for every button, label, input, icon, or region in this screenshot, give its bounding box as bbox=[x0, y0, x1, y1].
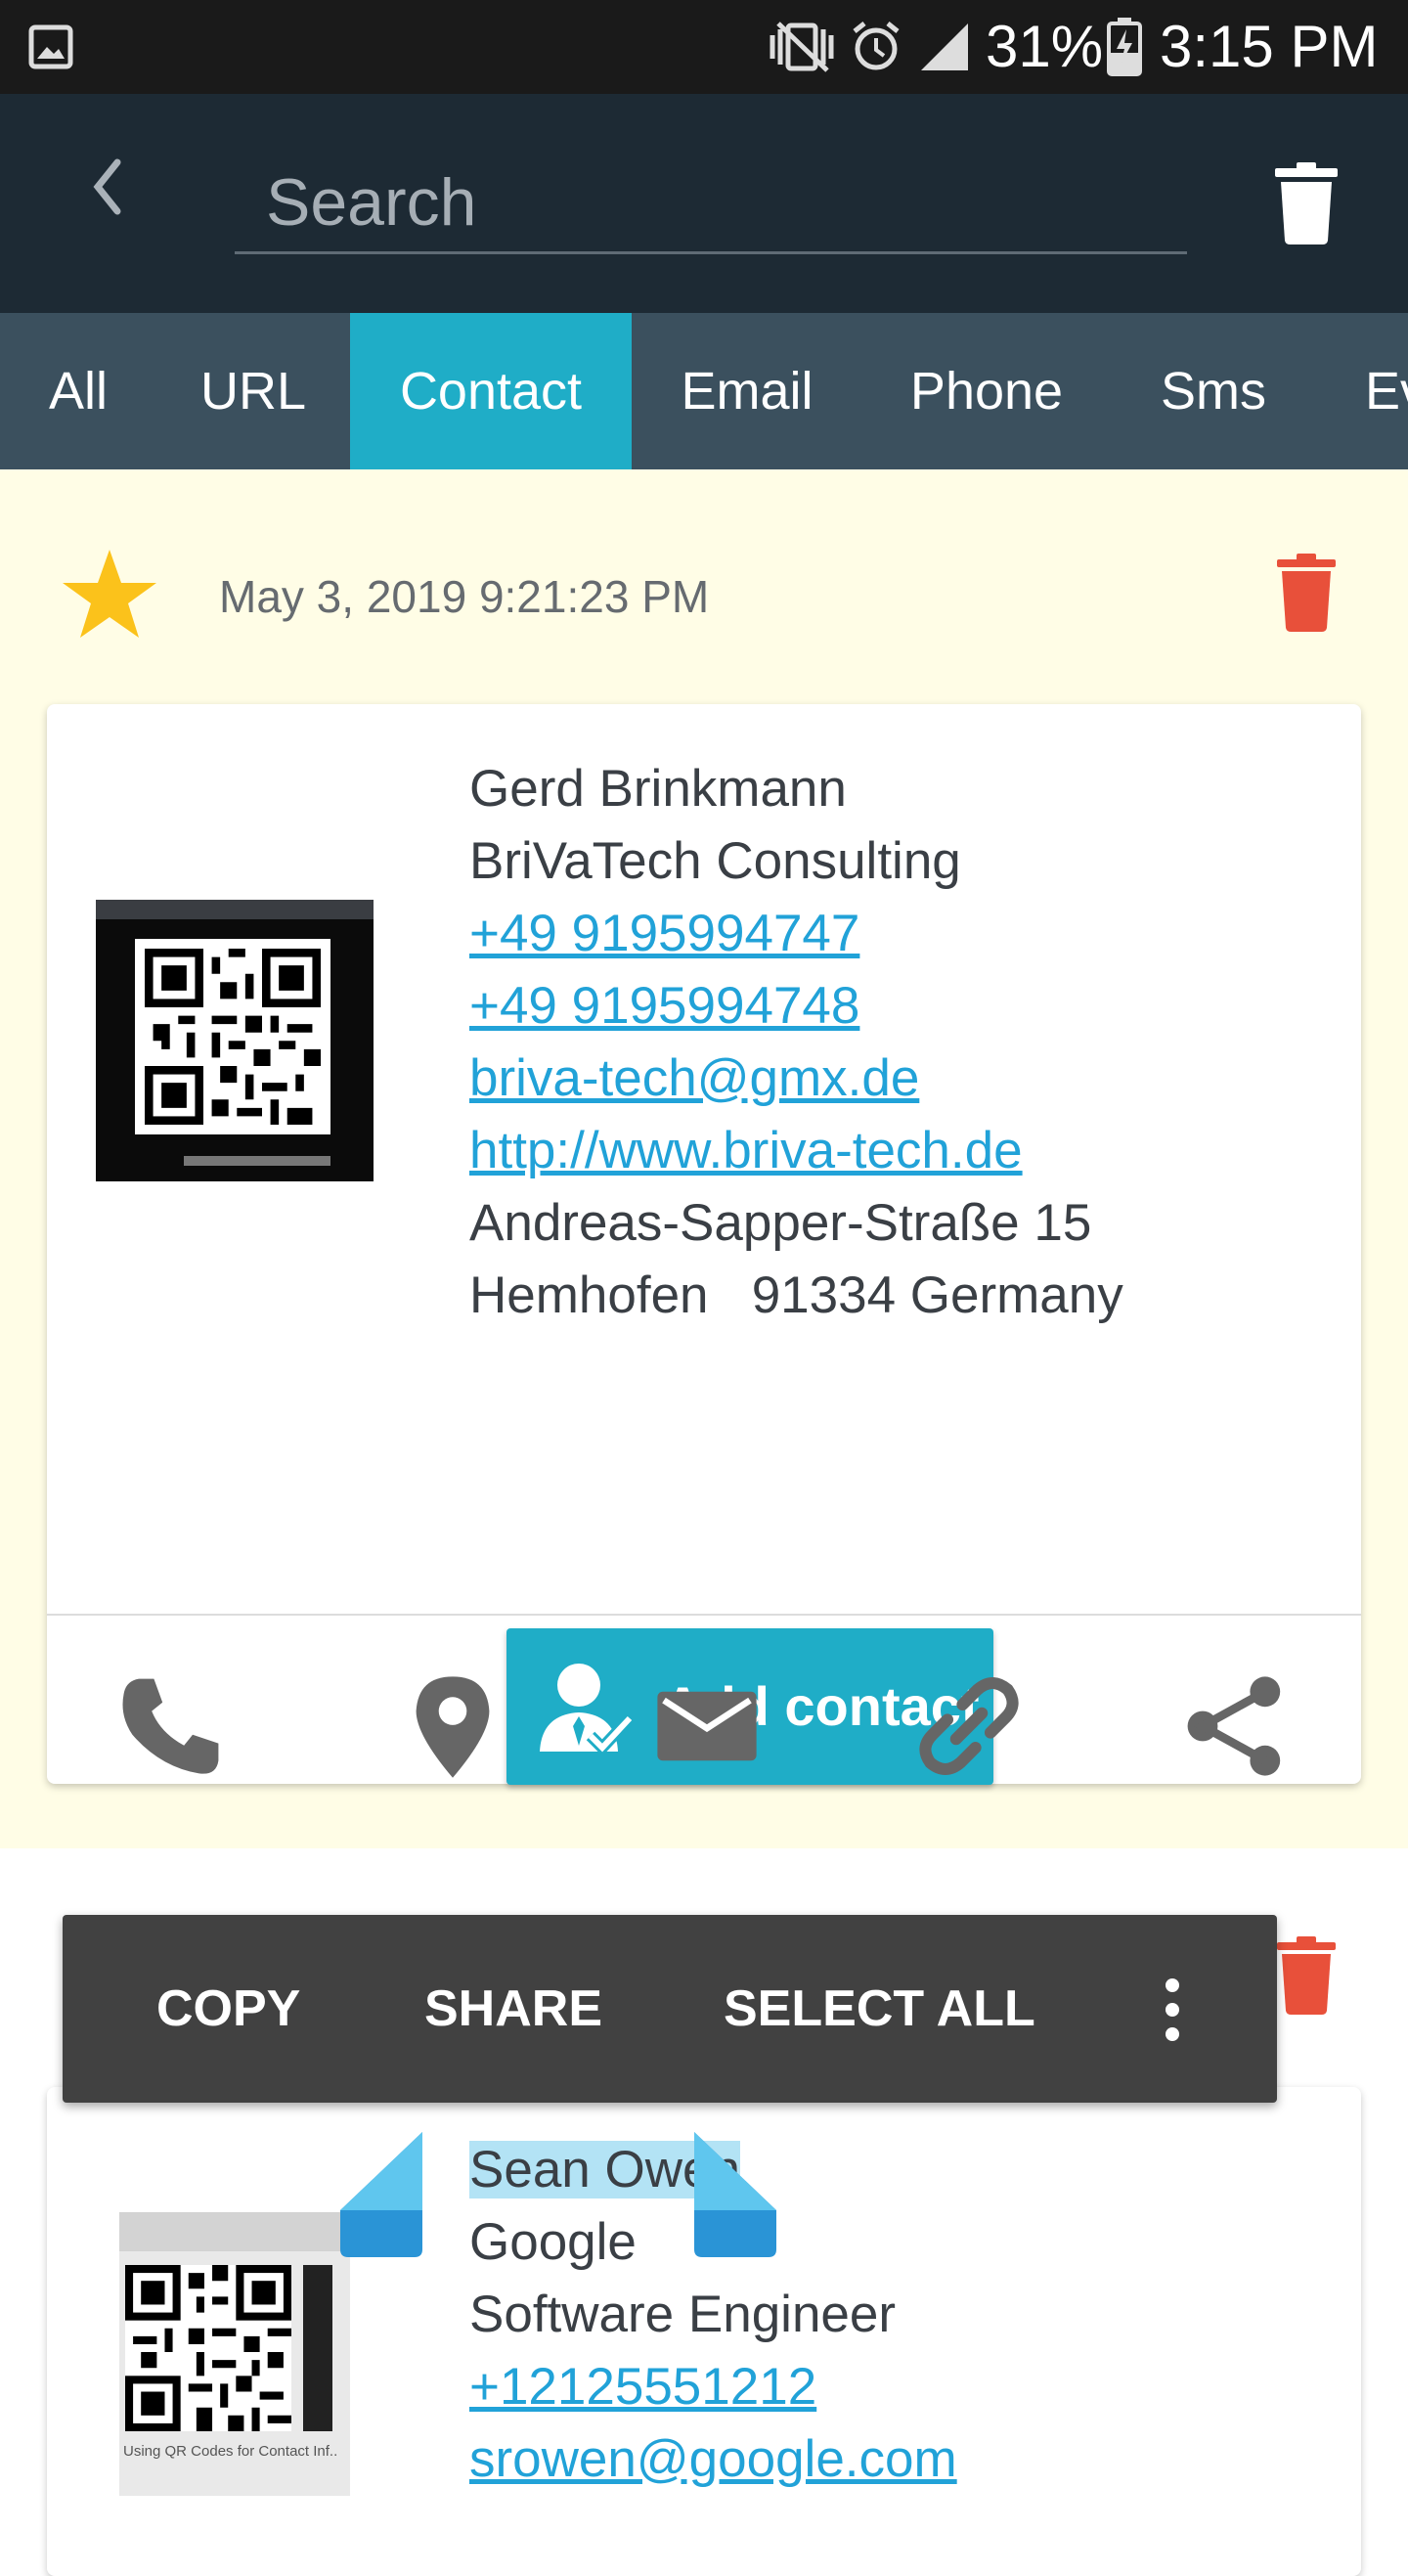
contact-name: Gerd Brinkmann bbox=[469, 760, 847, 818]
text-selection-toolbar: COPY SHARE SELECT ALL bbox=[63, 1915, 1277, 2103]
favorite-star-icon[interactable] bbox=[61, 548, 158, 642]
more-options-icon[interactable] bbox=[1158, 1977, 1187, 2042]
qr-caption: Using QR Codes for Contact Inf... bbox=[123, 2443, 338, 2460]
category-tabs: All URL Contact Email Phone Sms Ev bbox=[0, 313, 1408, 469]
contact-email-link[interactable]: srowen@google.com bbox=[469, 2423, 957, 2496]
contact-phone-link[interactable]: +49 9195994748 bbox=[469, 970, 859, 1043]
battery-percent: 31% bbox=[986, 14, 1104, 79]
tab-email[interactable]: Email bbox=[632, 313, 862, 469]
contact-street: Andreas-Sapper-Straße 15 bbox=[469, 1194, 1092, 1252]
tab-phone[interactable]: Phone bbox=[862, 313, 1111, 469]
contact-phone-link[interactable]: +12125551212 bbox=[469, 2351, 816, 2423]
contact-email-link[interactable]: briva-tech@gmx.de bbox=[469, 1043, 919, 1115]
contact-company: BriVaTech Consulting bbox=[469, 832, 961, 890]
history-item-1: May 3, 2019 9:21:23 PM Gerd Brinkmann Br… bbox=[0, 469, 1408, 1848]
tab-sms[interactable]: Sms bbox=[1111, 313, 1316, 469]
mail-icon[interactable] bbox=[653, 1672, 761, 1780]
share-button[interactable]: SHARE bbox=[424, 1915, 602, 2103]
selection-end-handle[interactable] bbox=[692, 2132, 780, 2259]
contact-title: Software Engineer bbox=[469, 2286, 897, 2343]
search-input[interactable] bbox=[235, 153, 1187, 254]
link-icon[interactable] bbox=[915, 1672, 1023, 1780]
tab-contact[interactable]: Contact bbox=[350, 313, 632, 469]
contact-card: Gerd Brinkmann BriVaTech Consulting +49 … bbox=[47, 704, 1361, 1785]
contact-company: Google bbox=[469, 2213, 637, 2271]
select-all-button[interactable]: SELECT ALL bbox=[724, 1915, 1035, 2103]
tab-all[interactable]: All bbox=[0, 313, 156, 469]
vibrate-mute-icon bbox=[770, 22, 834, 72]
clock: 3:15 PM bbox=[1160, 14, 1379, 79]
delete-item-icon[interactable] bbox=[1275, 1936, 1338, 2015]
scan-timestamp: May 3, 2019 9:21:23 PM bbox=[219, 571, 710, 622]
delete-item-icon[interactable] bbox=[1275, 554, 1338, 632]
alarm-icon bbox=[853, 22, 900, 70]
add-contact-icon bbox=[540, 1664, 634, 1755]
tab-event[interactable]: Ev bbox=[1316, 313, 1408, 469]
back-icon[interactable] bbox=[88, 155, 127, 219]
delete-all-icon[interactable] bbox=[1271, 162, 1342, 244]
qr-code-thumbnail[interactable]: Using QR Codes for Contact Inf... bbox=[119, 2212, 350, 2496]
signal-icon bbox=[921, 23, 968, 70]
gallery-notification-icon bbox=[28, 24, 73, 69]
battery-charging-icon bbox=[1107, 18, 1142, 76]
copy-button[interactable]: COPY bbox=[156, 1915, 300, 2103]
contact-city: Hemhofen 91334 Germany bbox=[469, 1266, 1123, 1324]
contact-phone-link[interactable]: +49 9195994747 bbox=[469, 898, 859, 970]
phone-icon[interactable] bbox=[117, 1672, 225, 1780]
qr-code-thumbnail[interactable] bbox=[96, 900, 374, 1181]
status-bar: 31% 3:15 PM bbox=[0, 0, 1408, 94]
share-icon[interactable] bbox=[1181, 1672, 1289, 1780]
search-toolbar bbox=[0, 94, 1408, 313]
tab-url[interactable]: URL bbox=[156, 313, 350, 469]
selection-start-handle[interactable] bbox=[336, 2132, 424, 2259]
location-pin-icon[interactable] bbox=[399, 1672, 506, 1780]
card-divider bbox=[47, 1614, 1361, 1616]
contact-url-link[interactable]: http://www.briva-tech.de bbox=[469, 1115, 1023, 1187]
